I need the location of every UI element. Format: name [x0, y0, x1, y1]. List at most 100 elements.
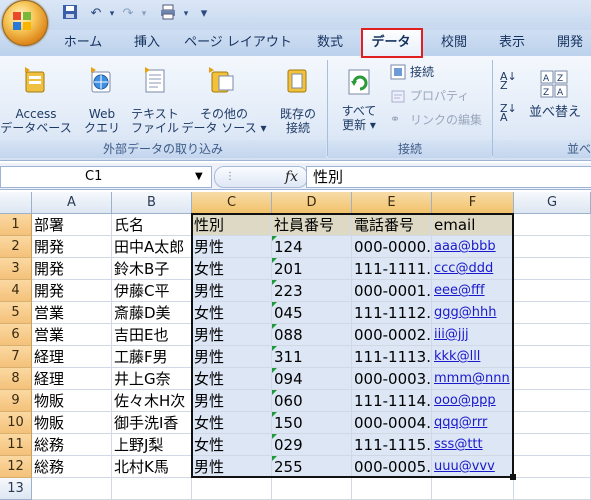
table-cell[interactable]: [272, 478, 352, 500]
sort-button[interactable]: 並べ替え: [526, 106, 584, 120]
row-header[interactable]: 12: [0, 456, 32, 478]
table-cell[interactable]: 工藤F男: [112, 346, 192, 368]
table-cell[interactable]: 総務: [32, 456, 112, 478]
table-cell[interactable]: 井上G奈: [112, 368, 192, 390]
table-cell[interactable]: 124: [272, 236, 352, 258]
table-cell[interactable]: 000-0002.: [352, 324, 432, 346]
row-header[interactable]: 8: [0, 368, 32, 390]
email-link-cell[interactable]: uuu@vvv: [432, 456, 514, 478]
table-cell[interactable]: 部署: [32, 214, 112, 236]
print-icon[interactable]: [158, 4, 178, 24]
column-header[interactable]: G: [514, 192, 591, 214]
table-cell[interactable]: [514, 456, 591, 478]
table-cell[interactable]: 000-0003.: [352, 368, 432, 390]
row-header[interactable]: 2: [0, 236, 32, 258]
column-header[interactable]: B: [112, 192, 192, 214]
table-cell[interactable]: [514, 434, 591, 456]
row-header[interactable]: 1: [0, 214, 32, 236]
table-cell[interactable]: [192, 478, 272, 500]
row-header[interactable]: 6: [0, 324, 32, 346]
table-cell[interactable]: 総務: [32, 434, 112, 456]
table-cell[interactable]: 女性: [192, 412, 272, 434]
save-icon[interactable]: [60, 4, 80, 24]
email-link-cell[interactable]: ccc@ddd: [432, 258, 514, 280]
table-cell[interactable]: 111-1113.: [352, 346, 432, 368]
table-cell[interactable]: 開発: [32, 280, 112, 302]
table-cell[interactable]: 111-1114.: [352, 390, 432, 412]
table-cell[interactable]: 鈴木B子: [112, 258, 192, 280]
tab-formulas[interactable]: 数式: [310, 30, 350, 56]
other-sources-button[interactable]: その他の データ ソース ▾: [180, 107, 268, 135]
table-cell[interactable]: [514, 214, 591, 236]
column-header[interactable]: D: [272, 192, 352, 214]
row-header[interactable]: 10: [0, 412, 32, 434]
tab-view[interactable]: 表示: [492, 30, 532, 56]
table-cell[interactable]: 伊藤C平: [112, 280, 192, 302]
customize-qat-icon[interactable]: ▾: [194, 4, 214, 24]
email-link-cell[interactable]: aaa@bbb: [432, 236, 514, 258]
table-cell[interactable]: [514, 478, 591, 500]
table-cell[interactable]: 北村K馬: [112, 456, 192, 478]
table-cell[interactable]: 女性: [192, 434, 272, 456]
print-dropdown-icon[interactable]: ▾: [176, 4, 196, 24]
email-link-cell[interactable]: qqq@rrr: [432, 412, 514, 434]
table-cell[interactable]: 経理: [32, 346, 112, 368]
formula-input[interactable]: 性別: [306, 166, 591, 188]
email-link-cell[interactable]: ooo@ppp: [432, 390, 514, 412]
row-header[interactable]: 7: [0, 346, 32, 368]
table-cell[interactable]: 060: [272, 390, 352, 412]
table-cell[interactable]: 氏名: [112, 214, 192, 236]
table-cell[interactable]: [352, 478, 432, 500]
table-cell[interactable]: 男性: [192, 456, 272, 478]
insert-function-icon[interactable]: fx: [285, 167, 298, 187]
table-cell[interactable]: 開発: [32, 258, 112, 280]
redo-dropdown-icon[interactable]: ▾: [134, 4, 154, 24]
table-cell[interactable]: 000-0000.: [352, 236, 432, 258]
table-cell[interactable]: 000-0005.: [352, 456, 432, 478]
table-cell[interactable]: [432, 478, 514, 500]
name-box-dropdown-icon[interactable]: ▼: [195, 167, 203, 187]
table-cell[interactable]: 088: [272, 324, 352, 346]
row-header[interactable]: 9: [0, 390, 32, 412]
table-cell[interactable]: 男性: [192, 346, 272, 368]
table-cell[interactable]: 女性: [192, 368, 272, 390]
table-cell[interactable]: 男性: [192, 280, 272, 302]
table-cell[interactable]: [514, 412, 591, 434]
table-cell[interactable]: 094: [272, 368, 352, 390]
access-database-button[interactable]: Access データベース: [0, 107, 72, 135]
email-link-cell[interactable]: ggg@hhh: [432, 302, 514, 324]
table-cell[interactable]: [514, 324, 591, 346]
splitter-handle-icon[interactable]: ⋮: [225, 167, 235, 187]
tab-home[interactable]: ホーム: [58, 30, 108, 56]
table-cell[interactable]: 田中A太郎: [112, 236, 192, 258]
table-cell[interactable]: 045: [272, 302, 352, 324]
table-cell[interactable]: [514, 236, 591, 258]
web-query-button[interactable]: Web クエリ: [80, 107, 124, 135]
table-cell[interactable]: 性別: [192, 214, 272, 236]
table-cell[interactable]: 社員番号: [272, 214, 352, 236]
select-all-corner[interactable]: [0, 192, 32, 214]
refresh-all-button[interactable]: すべて 更新 ▾: [334, 104, 384, 132]
table-cell[interactable]: 029: [272, 434, 352, 456]
sort-ascending-icon[interactable]: A↓ Z: [500, 71, 518, 91]
table-cell[interactable]: 電話番号: [352, 214, 432, 236]
table-cell[interactable]: 000-0001.: [352, 280, 432, 302]
table-cell[interactable]: [514, 390, 591, 412]
existing-connections-button[interactable]: 既存の 接続: [272, 107, 324, 135]
email-link-cell[interactable]: mmm@nnn: [432, 368, 514, 390]
email-link-cell[interactable]: kkk@lll: [432, 346, 514, 368]
table-cell[interactable]: 男性: [192, 390, 272, 412]
table-cell[interactable]: [514, 302, 591, 324]
table-cell[interactable]: 経理: [32, 368, 112, 390]
table-cell[interactable]: 223: [272, 280, 352, 302]
tab-data[interactable]: データ: [364, 30, 418, 56]
email-link-cell[interactable]: iii@jjj: [432, 324, 514, 346]
table-cell[interactable]: 000-0004.: [352, 412, 432, 434]
column-header[interactable]: C: [192, 192, 272, 214]
column-header[interactable]: F: [432, 192, 514, 214]
table-cell[interactable]: 吉田E也: [112, 324, 192, 346]
table-cell[interactable]: 111-1112.: [352, 302, 432, 324]
tab-review[interactable]: 校閲: [434, 30, 474, 56]
table-cell[interactable]: 女性: [192, 302, 272, 324]
name-box[interactable]: C1 ▼: [0, 166, 212, 188]
